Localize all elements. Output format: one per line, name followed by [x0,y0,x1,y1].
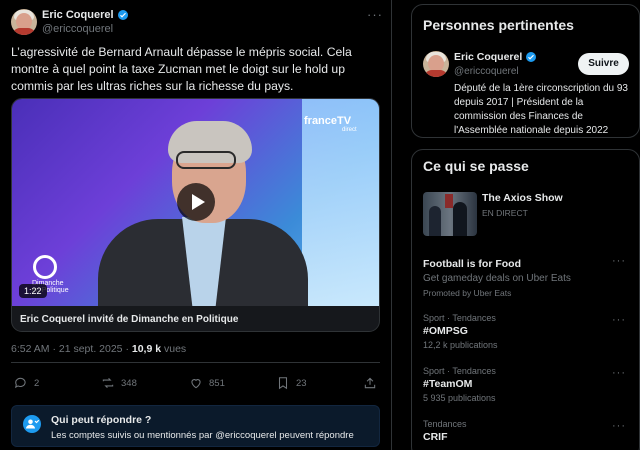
reply-restriction-subtitle: Les comptes suivis ou mentionnés par @er… [51,430,354,441]
reply-restriction-title: Qui peut répondre ? [51,414,152,426]
bookmark-icon [278,377,288,390]
live-show-title[interactable]: The Axios Show [482,192,563,204]
trend-more-icon[interactable]: ··· [612,255,626,267]
like-count: 851 [209,377,225,389]
author-name[interactable]: Eric Coquerel [42,9,129,21]
author-avatar[interactable] [11,9,37,35]
trend-context: Sport · Tendances [423,313,496,323]
whats-happening-card: Ce qui se passe The Axios Show EN DIRECT… [411,149,640,450]
heart-icon [191,379,201,389]
bookmark-count: 23 [296,377,307,389]
repost-count: 348 [121,377,137,389]
trend-subtitle: Get gameday deals on Uber Eats [423,273,571,284]
person-bio: Député de la 1ère circonscription du 93 … [454,83,628,136]
share-icon [364,377,376,389]
trend-subtitle: 12,2 k publications [423,340,498,350]
live-status: EN DIRECT [482,208,528,218]
meta-separator: · [125,343,129,355]
reply-icon [14,377,26,389]
trend-context: Tendances [423,419,467,429]
people-icon [23,415,41,433]
repost-icon [102,377,114,389]
tweet-text: L’agressivité de Bernard Arnault dépasse… [11,45,352,93]
channel-logo: franceTV [304,115,352,127]
tweet-meta: 6:52 AM · 21 sept. 2025 · 10,9 k vues [11,343,186,355]
reply-restriction-notice: Qui peut répondre ? Les comptes suivis o… [11,405,380,447]
repost-button[interactable]: 348 [101,376,137,390]
tweet-date[interactable]: 21 sept. 2025 [59,343,123,355]
trend-title[interactable]: #TeamOM [423,378,472,390]
whats-happening-title: Ce qui se passe [423,158,529,174]
relevant-people-card: Personnes pertinentes Eric Coquerel @eri… [411,4,640,138]
sidebar: Personnes pertinentes Eric Coquerel @eri… [403,0,640,450]
more-options-icon[interactable]: ··· [367,7,383,22]
trend-title[interactable]: Football is for Food [423,258,521,270]
person-name-text[interactable]: Eric Coquerel [454,51,522,63]
divider [11,362,380,363]
trend-title[interactable]: #OMPSG [423,325,468,337]
person-handle[interactable]: @ericcoquerel [454,66,519,77]
person-name[interactable]: Eric Coquerel [454,51,537,63]
channel-logo-sub: direct [342,127,357,133]
author-handle[interactable]: @ericcoquerel [42,23,113,35]
like-button[interactable]: 851 [189,376,225,390]
verified-badge-icon [117,10,128,20]
tweet-time[interactable]: 6:52 AM [11,343,50,355]
show-logo-icon [33,255,57,279]
share-button[interactable] [363,376,377,390]
reply-count: 2 [34,377,40,389]
video-caption[interactable]: Eric Coquerel invité de Dimanche en Poli… [20,314,238,325]
meta-separator: · [52,343,56,355]
views-count: 10,9 k [131,343,162,355]
trend-more-icon[interactable]: ··· [612,420,626,432]
bookmark-button[interactable]: 23 [276,376,307,390]
live-thumbnail[interactable] [423,192,477,236]
trend-title[interactable]: CRIF [423,431,448,443]
reply-button[interactable]: 2 [14,376,39,390]
verified-badge-icon [526,52,537,62]
person-avatar[interactable] [423,51,449,77]
trend-context: Sport · Tendances [423,366,496,376]
video-card[interactable]: franceTV direct Dimanche en Politique 1:… [11,98,380,332]
trend-more-icon[interactable]: ··· [612,314,626,326]
views-label: vues [163,343,187,355]
author-name-text[interactable]: Eric Coquerel [42,9,114,21]
trend-more-icon[interactable]: ··· [612,367,626,379]
video-player[interactable]: franceTV direct Dimanche en Politique 1:… [12,99,379,306]
video-duration: 1:22 [19,284,47,298]
trend-footer: Promoted by Uber Eats [423,288,512,298]
trend-subtitle: 5 935 publications [423,393,496,403]
relevant-people-title: Personnes pertinentes [423,17,574,33]
follow-button[interactable]: Suivre [578,53,629,75]
play-button-icon[interactable] [177,183,215,221]
tweet-column: Eric Coquerel @ericcoquerel ··· L’agress… [0,0,392,450]
